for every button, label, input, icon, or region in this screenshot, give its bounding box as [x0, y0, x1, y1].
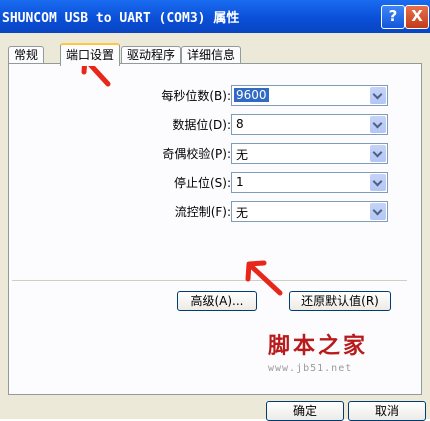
parity-value: 无	[236, 148, 249, 162]
properties-dialog: 常规 端口设置 驱动程序 详细信息 每秒位数(B): 9600 数据位(D): …	[0, 33, 430, 421]
tab-general[interactable]: 常规	[8, 46, 45, 64]
data-bits-label: 数据位(D):	[172, 118, 231, 132]
flow-control-value: 无	[236, 206, 249, 220]
bits-per-second-label: 每秒位数(B):	[161, 89, 231, 103]
watermark-url: www.jb51.net	[268, 363, 353, 374]
chevron-down-icon[interactable]	[370, 203, 386, 220]
bits-per-second-select[interactable]: 9600	[231, 85, 388, 106]
stop-bits-label: 停止位(S):	[173, 176, 231, 190]
flow-control-select[interactable]: 无	[231, 201, 388, 222]
chevron-down-icon[interactable]	[370, 145, 386, 162]
chevron-down-icon[interactable]	[370, 116, 386, 133]
data-bits-select[interactable]: 8	[231, 114, 388, 135]
flow-control-label: 流控制(F):	[174, 205, 231, 219]
settings-group: 每秒位数(B): 9600 数据位(D): 8 奇偶校验(P): 无 停止位(S…	[12, 84, 407, 312]
parity-label: 奇偶校验(P):	[162, 147, 231, 161]
stop-bits-row: 停止位(S): 1	[12, 172, 407, 193]
annotation-arrow-icon	[245, 260, 283, 296]
bits-per-second-row: 每秒位数(B): 9600	[12, 85, 407, 106]
chevron-down-icon[interactable]	[370, 87, 386, 104]
tab-details[interactable]: 详细信息	[181, 46, 242, 64]
tab-port-settings[interactable]: 端口设置	[60, 43, 121, 66]
tab-driver[interactable]: 驱动程序	[121, 46, 182, 64]
flow-control-row: 流控制(F): 无	[12, 201, 407, 222]
close-button[interactable]: X	[405, 5, 429, 29]
window-title: SHUNCOM USB to UART (COM3) 属性	[2, 11, 240, 26]
help-button[interactable]: ?	[381, 5, 405, 29]
data-bits-row: 数据位(D): 8	[12, 114, 407, 135]
watermark-logo: 脚本之家	[268, 333, 369, 359]
parity-row: 奇偶校验(P): 无	[12, 143, 407, 164]
ok-button[interactable]: 确定	[266, 401, 344, 421]
group-divider	[12, 280, 407, 281]
stop-bits-select[interactable]: 1	[231, 172, 388, 193]
data-bits-value: 8	[236, 117, 244, 131]
chevron-down-icon[interactable]	[370, 174, 386, 191]
parity-select[interactable]: 无	[231, 143, 388, 164]
title-bar: SHUNCOM USB to UART (COM3) 属性 ? X	[0, 0, 430, 33]
bits-per-second-value: 9600	[234, 88, 269, 102]
cancel-button[interactable]: 取消	[348, 401, 426, 421]
stop-bits-value: 1	[236, 175, 244, 189]
restore-defaults-button[interactable]: 还原默认值(R)	[289, 291, 391, 311]
